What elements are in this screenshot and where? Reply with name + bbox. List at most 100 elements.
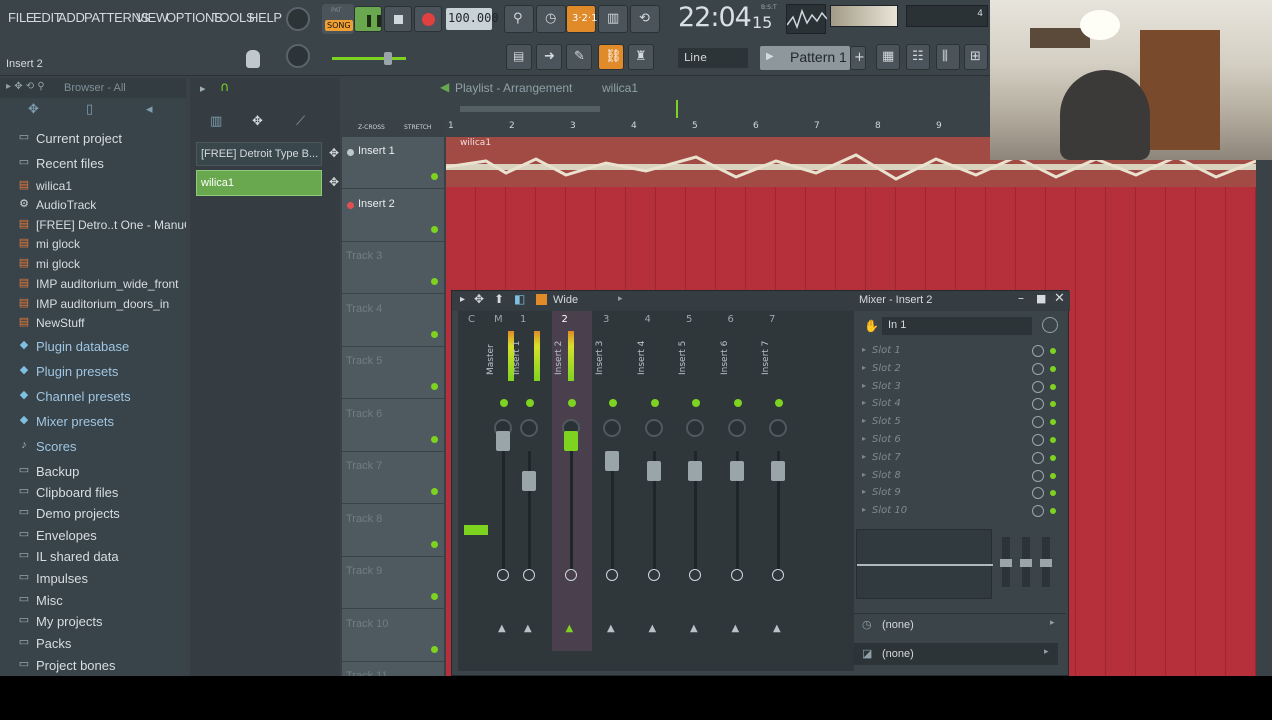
mixer-strip[interactable]: 4 Insert 4 ▲ (635, 311, 675, 651)
browser-item[interactable]: ▭ Clipboard files (0, 482, 186, 502)
fx-slot[interactable]: ▸ Slot 9 (854, 485, 1066, 502)
route-icon[interactable]: ✥ (329, 175, 339, 189)
track-header[interactable]: Insert 2 (342, 190, 444, 242)
browser-item[interactable]: ⚙ AudioTrack (0, 195, 186, 215)
browser-item[interactable]: ▤ mi glock (0, 234, 186, 254)
cursor-icon[interactable]: ⬆ (494, 292, 504, 306)
slot-enable-led[interactable] (1050, 401, 1056, 408)
master-volume-knob[interactable] (286, 7, 310, 31)
output-select-1[interactable]: ◷ (none) ▸ (854, 613, 1066, 635)
move-icon[interactable]: ✥ (474, 292, 484, 306)
slot-enable-led[interactable] (1050, 508, 1056, 515)
view-browser-button[interactable]: ⊞ (964, 44, 988, 70)
fx-slot[interactable]: ▸ Slot 5 (854, 414, 1066, 431)
fx-slot[interactable]: ▸ Slot 1 (854, 343, 1066, 360)
send-knob[interactable] (647, 569, 660, 581)
link-button[interactable]: ⛓ (598, 44, 624, 70)
mixer-preset[interactable]: Wide (553, 294, 578, 306)
time-display[interactable]: 22:04 15 B:S:T (666, 2, 782, 38)
pan-knob[interactable] (520, 419, 538, 437)
eq-graph[interactable] (856, 529, 993, 599)
pan-knob[interactable] (603, 419, 621, 437)
volume-fader[interactable] (605, 451, 619, 471)
route-arrow-icon[interactable]: ▲ (607, 623, 615, 634)
volume-fader[interactable] (563, 431, 578, 451)
slot-enable-led[interactable] (1050, 365, 1056, 372)
slot-mix-knob[interactable] (1032, 505, 1044, 518)
slot-enable-led[interactable] (1050, 348, 1056, 354)
wait-input-button[interactable]: ◷ (536, 5, 566, 33)
track-header[interactable]: Track 8 (342, 505, 444, 557)
volume-fader[interactable] (522, 471, 536, 491)
strip-mute-led[interactable] (526, 399, 534, 407)
view-playlist-button[interactable]: ▦ (876, 44, 900, 70)
pencil-icon[interactable]: ⟋ (296, 114, 305, 129)
menu-help[interactable]: HELP (249, 10, 282, 25)
channel-button-1[interactable]: wilica1 ✥ (196, 170, 339, 196)
slot-mix-knob[interactable] (1032, 345, 1044, 357)
band-handle[interactable] (1020, 559, 1032, 567)
send-knob[interactable] (564, 569, 577, 581)
track-enable-led[interactable] (431, 435, 438, 443)
track-header[interactable]: Track 3 (342, 242, 444, 294)
route-arrow-icon[interactable]: ▲ (566, 623, 574, 634)
pan-knob[interactable] (686, 419, 704, 437)
browser-item[interactable]: ◆ Plugin presets (0, 361, 186, 381)
mixer-strip[interactable]: 1 Insert 1 ▲ (510, 311, 550, 651)
playhead[interactable] (676, 100, 678, 118)
slot-enable-led[interactable] (1050, 383, 1056, 390)
metronome-button[interactable]: ⚲ (504, 5, 534, 33)
eq-band-low[interactable] (1000, 537, 1012, 587)
browser-item[interactable]: ◆ Plugin database (0, 336, 186, 356)
send-knob[interactable] (606, 569, 618, 581)
browser-item[interactable]: ♪ Scores (0, 436, 186, 456)
route-arrow-icon[interactable]: ▲ (690, 623, 698, 634)
route-arrow-icon[interactable]: ▲ (524, 623, 532, 634)
browser-item[interactable]: ▭ Envelopes (0, 525, 186, 545)
strip-mute-led[interactable] (650, 399, 659, 407)
track-enable-led[interactable] (431, 593, 438, 600)
close-icon[interactable]: ✕ (1054, 291, 1065, 306)
mixer-strip[interactable]: 6 Insert 6 ▲ (718, 311, 758, 651)
playlist-nav-icon[interactable]: ◀ (440, 80, 449, 94)
stop-button[interactable] (384, 6, 412, 32)
track-header[interactable]: Track 7 (342, 452, 444, 504)
pan-knob[interactable] (727, 419, 746, 437)
browser-item[interactable]: ▭ Recent files (0, 153, 186, 173)
timeline-ruler[interactable]: 1 2 3 4 5 6 7 8 9 (446, 120, 990, 136)
track-enable-led[interactable] (431, 488, 438, 495)
browser-item[interactable]: ▤ IMP auditorium_wide_front (0, 274, 186, 294)
strip-mute-led[interactable] (567, 399, 576, 407)
channel-button-0[interactable]: [FREE] Detroit Type B... ✥ (196, 142, 339, 166)
menu-add[interactable]: ADD (58, 10, 85, 25)
strip-mute-led[interactable] (500, 399, 508, 407)
view-channel-rack-button[interactable]: ☷ (906, 44, 930, 70)
zcross-label[interactable]: Z-CROSS (358, 124, 385, 131)
browser-item[interactable]: ▤ wilica1 (0, 176, 186, 196)
fx-slot[interactable]: ▸ Slot 7 (854, 450, 1066, 467)
arrow-icon[interactable]: ◂ (146, 102, 153, 117)
move-icon[interactable]: ✥ (252, 114, 263, 129)
slot-mix-knob[interactable] (1032, 362, 1044, 375)
track-header[interactable]: Track 6 (342, 400, 444, 452)
slot-enable-led[interactable] (1050, 490, 1056, 497)
slot-enable-led[interactable] (1050, 454, 1056, 461)
master-pitch-knob[interactable] (286, 44, 310, 68)
route-icon[interactable]: ✥ (329, 146, 339, 160)
snap-select[interactable]: Line (678, 48, 748, 68)
slot-mix-knob[interactable] (1032, 451, 1044, 464)
fx-slot[interactable]: ▸ Slot 4 (854, 396, 1066, 413)
menu-view[interactable]: VIEW (136, 10, 168, 25)
menu-file[interactable]: FILE (8, 10, 35, 25)
track-header[interactable]: Track 10 (342, 610, 444, 662)
tempo-display[interactable]: 100.000 (446, 8, 499, 30)
strip-mute-led[interactable] (609, 399, 617, 407)
file-icon[interactable]: ▯ (86, 102, 93, 117)
pan-knob[interactable] (769, 419, 787, 437)
send-knob[interactable] (497, 569, 509, 581)
browser-nav-icon[interactable]: ▸ ✥ ⟲ ⚲ (6, 81, 45, 92)
maximize-icon[interactable]: ■ (1036, 292, 1046, 305)
mixer-strip[interactable]: 7 Insert 7 ▲ (759, 311, 799, 651)
track-enable-led[interactable] (431, 383, 438, 390)
expand-icon[interactable]: ✥ (28, 102, 39, 117)
